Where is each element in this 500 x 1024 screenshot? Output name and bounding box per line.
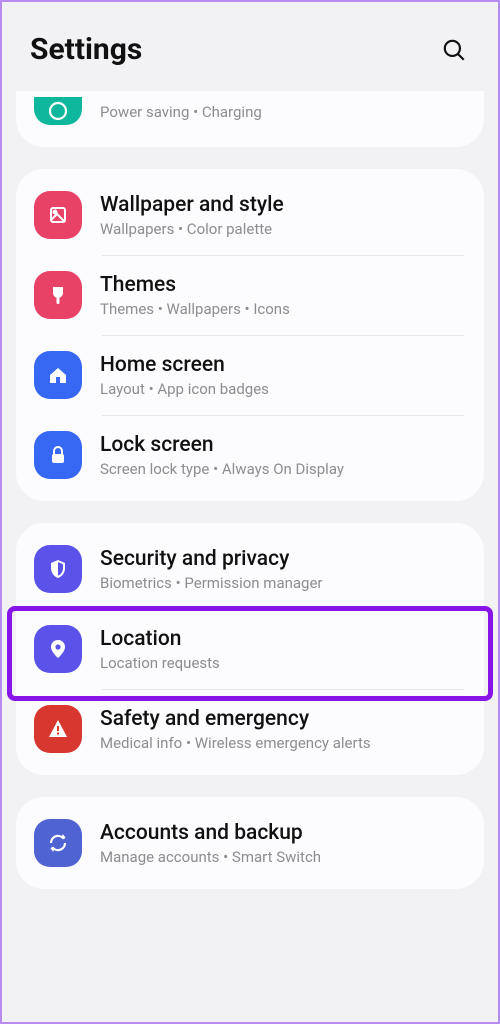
search-icon xyxy=(441,37,467,63)
settings-item-text: Wallpaper and style Wallpapers • Color p… xyxy=(100,192,464,238)
settings-item-sub: Screen lock type • Always On Display xyxy=(100,460,464,478)
settings-group-display: Wallpaper and style Wallpapers • Color p… xyxy=(16,169,484,501)
settings-item-themes[interactable]: Themes Themes • Wallpapers • Icons xyxy=(16,255,484,335)
settings-item-text: Location Location requests xyxy=(100,626,464,672)
settings-item-sub: Wallpapers • Color palette xyxy=(100,220,464,238)
home-icon xyxy=(34,351,82,399)
settings-group-battery: Power saving • Charging xyxy=(16,91,484,147)
settings-item-accounts[interactable]: Accounts and backup Manage accounts • Sm… xyxy=(16,803,484,883)
settings-item-sub: Biometrics • Permission manager xyxy=(100,574,464,592)
settings-item-text: Accounts and backup Manage accounts • Sm… xyxy=(100,820,464,866)
settings-item-sub: Layout • App icon badges xyxy=(100,380,464,398)
settings-item-title: Accounts and backup xyxy=(100,820,464,846)
settings-item-security[interactable]: Security and privacy Biometrics • Permis… xyxy=(16,529,484,609)
settings-item-text: Themes Themes • Wallpapers • Icons xyxy=(100,272,464,318)
settings-item-safety[interactable]: Safety and emergency Medical info • Wire… xyxy=(16,689,484,769)
settings-item-sub: Medical info • Wireless emergency alerts xyxy=(100,734,464,752)
settings-item-title: Location xyxy=(100,626,464,652)
wallpaper-icon xyxy=(34,191,82,239)
alert-icon xyxy=(34,705,82,753)
settings-item-text: Home screen Layout • App icon badges xyxy=(100,352,464,398)
header: Settings xyxy=(2,2,498,91)
themes-icon xyxy=(34,271,82,319)
settings-item-battery[interactable]: Power saving • Charging xyxy=(16,97,484,141)
settings-group-security: Security and privacy Biometrics • Permis… xyxy=(16,523,484,775)
sync-icon xyxy=(34,819,82,867)
battery-icon xyxy=(34,97,82,125)
settings-item-wallpaper[interactable]: Wallpaper and style Wallpapers • Color p… xyxy=(16,175,484,255)
settings-item-text: Power saving • Charging xyxy=(100,101,464,121)
location-icon xyxy=(34,625,82,673)
settings-item-home[interactable]: Home screen Layout • App icon badges xyxy=(16,335,484,415)
settings-item-title: Themes xyxy=(100,272,464,298)
settings-item-title: Security and privacy xyxy=(100,546,464,572)
settings-item-sub: Power saving • Charging xyxy=(100,103,464,121)
search-button[interactable] xyxy=(438,34,470,66)
settings-item-location[interactable]: Location Location requests xyxy=(16,609,484,689)
settings-item-title: Safety and emergency xyxy=(100,706,464,732)
lock-icon xyxy=(34,431,82,479)
settings-group-accounts: Accounts and backup Manage accounts • Sm… xyxy=(16,797,484,889)
settings-item-lock[interactable]: Lock screen Screen lock type • Always On… xyxy=(16,415,484,495)
settings-item-sub: Location requests xyxy=(100,654,464,672)
settings-item-text: Lock screen Screen lock type • Always On… xyxy=(100,432,464,478)
settings-item-text: Safety and emergency Medical info • Wire… xyxy=(100,706,464,752)
settings-item-sub: Manage accounts • Smart Switch xyxy=(100,848,464,866)
settings-item-title: Home screen xyxy=(100,352,464,378)
page-title: Settings xyxy=(30,32,142,67)
settings-item-title: Wallpaper and style xyxy=(100,192,464,218)
shield-icon xyxy=(34,545,82,593)
settings-item-title: Lock screen xyxy=(100,432,464,458)
settings-item-sub: Themes • Wallpapers • Icons xyxy=(100,300,464,318)
settings-item-text: Security and privacy Biometrics • Permis… xyxy=(100,546,464,592)
